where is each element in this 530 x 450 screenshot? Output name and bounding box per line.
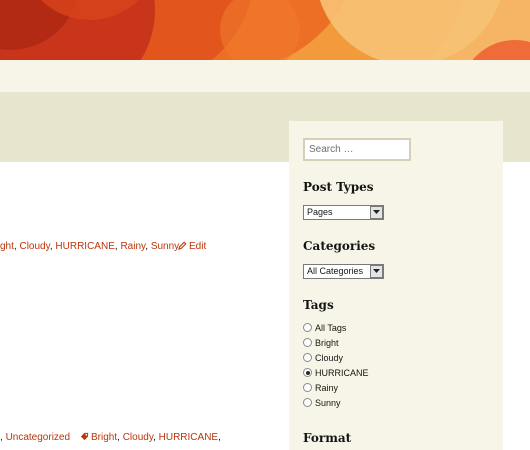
chevron-down-icon (373, 269, 380, 273)
tag-option-label: Sunny (315, 398, 341, 408)
tag-option-hurricane[interactable]: HURRICANE (303, 367, 369, 380)
post-tags-line: ght, Cloudy, HURRICANE, Rainy, Sunny (0, 241, 180, 252)
tag-link[interactable]: Sunny (151, 241, 179, 252)
categories-selected: All Categories (307, 266, 364, 276)
tag-option-sunny[interactable]: Sunny (303, 397, 341, 410)
category-link[interactable]: Uncategorized (6, 432, 70, 443)
radio-button[interactable] (303, 398, 312, 407)
tag-link[interactable]: HURRICANE (55, 241, 114, 252)
tag-option-label: Bright (315, 338, 339, 348)
tag-icon (80, 432, 89, 441)
tags-title: Tags (303, 298, 334, 312)
post-categories-line: , Uncategorized (0, 432, 71, 443)
tag-link[interactable]: Bright (91, 432, 117, 443)
categories-title: Categories (303, 239, 376, 253)
post-types-selected: Pages (307, 207, 333, 217)
post-tags-line-2: Bright, Cloudy, HURRICANE, (80, 431, 221, 444)
format-title: Format (303, 431, 352, 445)
tag-link[interactable]: HURRICANE (159, 432, 218, 443)
tag-option-bright[interactable]: Bright (303, 337, 339, 350)
tag-option-all-tags[interactable]: All Tags (303, 322, 346, 335)
sidebar: Post Types Pages Categories All Categori… (289, 121, 503, 450)
categories-select[interactable]: All Categories (303, 264, 384, 279)
dropdown-button[interactable] (370, 265, 383, 278)
tag-option-label: All Tags (315, 323, 347, 333)
dropdown-button[interactable] (370, 206, 383, 219)
post-types-select[interactable]: Pages (303, 205, 384, 220)
radio-button[interactable] (303, 338, 312, 347)
nav-bar (0, 60, 530, 92)
tag-option-label: HURRICANE (315, 368, 369, 378)
tag-link[interactable]: Cloudy (19, 241, 49, 252)
tag-link[interactable]: Rainy (120, 241, 145, 252)
radio-button[interactable] (303, 323, 312, 332)
post-types-title: Post Types (303, 180, 374, 194)
tag-option-cloudy[interactable]: Cloudy (303, 352, 343, 365)
tag-link[interactable]: Cloudy (123, 432, 153, 443)
header-banner (0, 0, 530, 60)
tag-option-label: Cloudy (315, 353, 344, 363)
tag-option-label: Rainy (315, 383, 339, 393)
pencil-icon (178, 241, 187, 250)
radio-button[interactable] (303, 383, 312, 392)
radio-button[interactable] (303, 353, 312, 362)
radio-button[interactable] (303, 368, 312, 377)
search-input[interactable] (303, 138, 411, 161)
chevron-down-icon (373, 210, 380, 214)
banner-art (0, 0, 530, 60)
tag-option-rainy[interactable]: Rainy (303, 382, 338, 395)
tag-link[interactable]: ght (0, 241, 14, 252)
edit-label: Edit (189, 241, 207, 252)
edit-post-link[interactable]: Edit (178, 240, 206, 253)
